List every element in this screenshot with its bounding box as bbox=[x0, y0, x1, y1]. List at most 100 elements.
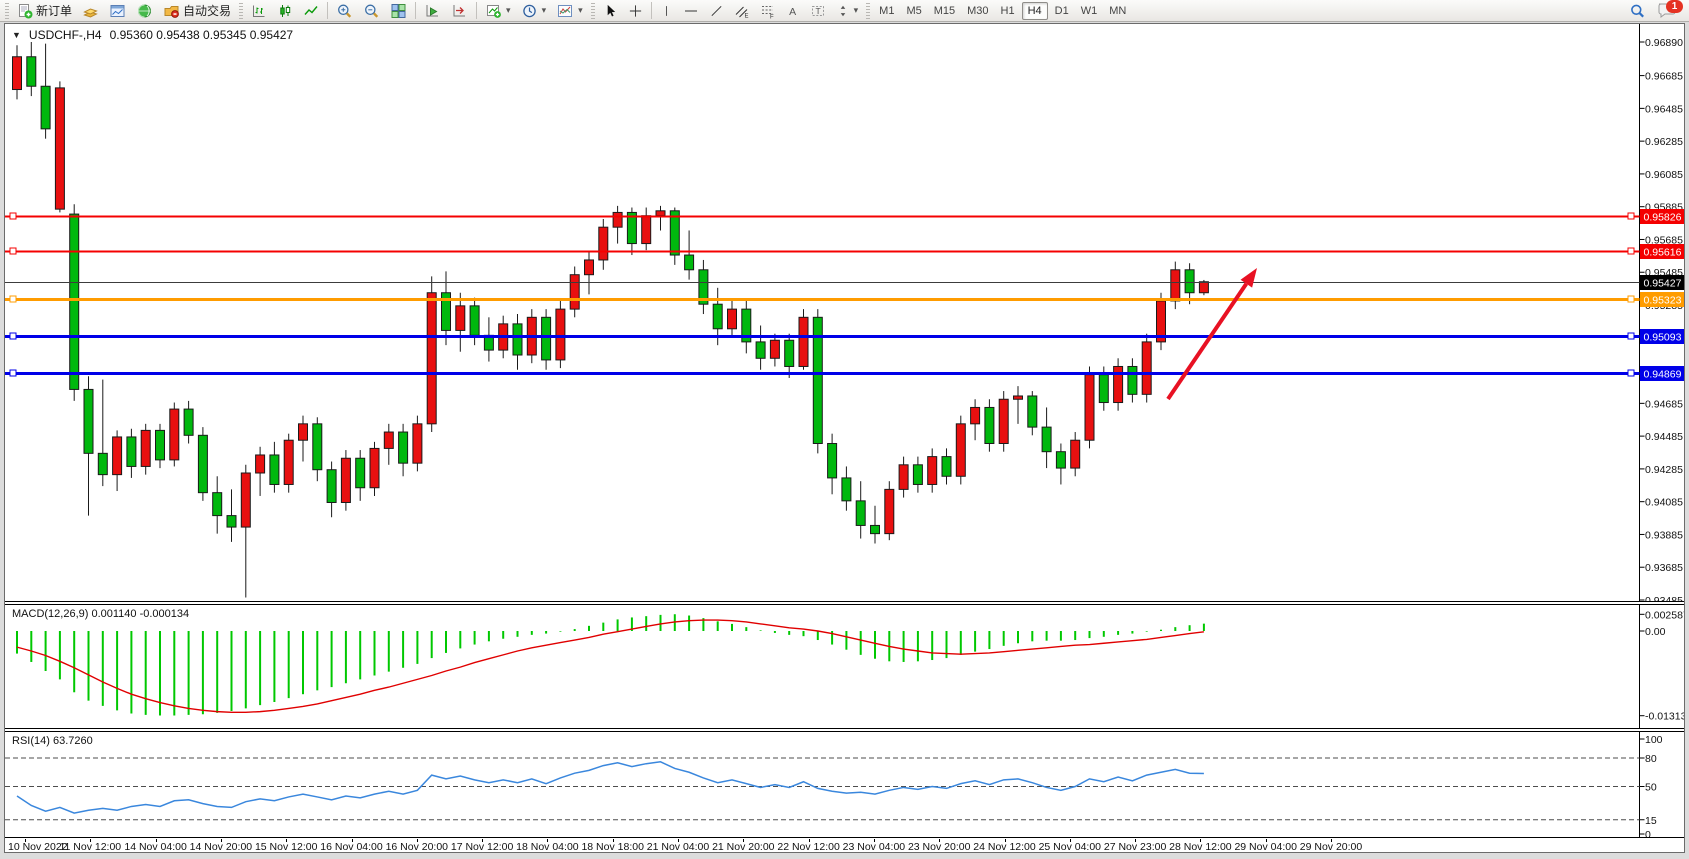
candles bbox=[13, 42, 1209, 598]
text-tool-button[interactable]: A bbox=[781, 0, 805, 22]
auto-scroll-button[interactable] bbox=[419, 0, 446, 22]
svg-text:E: E bbox=[744, 13, 748, 19]
timeframe-w1-button[interactable]: W1 bbox=[1076, 3, 1103, 19]
candle-down bbox=[270, 455, 279, 484]
cursor-tool-button[interactable] bbox=[598, 0, 623, 22]
rsi-canvas[interactable]: 1008050150 bbox=[5, 732, 1684, 837]
text-label-icon: T bbox=[810, 3, 826, 19]
candle-up bbox=[1142, 342, 1151, 394]
candlestick-icon bbox=[277, 3, 293, 19]
profiles-icon bbox=[82, 3, 99, 19]
candle-down bbox=[942, 457, 951, 477]
timeframe-d1-button[interactable]: D1 bbox=[1050, 3, 1074, 19]
auto-trading-button[interactable]: 自动交易 bbox=[158, 0, 236, 22]
candle-up bbox=[384, 432, 393, 448]
candle-down bbox=[127, 437, 136, 466]
price-pane[interactable]: ▼ USDCHF-,H4 0.95360 0.95438 0.95345 0.9… bbox=[5, 24, 1684, 602]
candle-up bbox=[170, 409, 179, 460]
timeframe-h1-button[interactable]: H1 bbox=[996, 3, 1020, 19]
chart-ohlc-values: 0.95360 0.95438 0.95345 0.95427 bbox=[110, 28, 294, 42]
vertical-line-tool-button[interactable] bbox=[655, 0, 678, 22]
price-label-text: 0.95323 bbox=[1644, 295, 1682, 307]
text-label-tool-button[interactable]: T bbox=[805, 0, 831, 22]
zoom-in-button[interactable] bbox=[331, 0, 358, 22]
macd-pane[interactable]: MACD(12,26,9) 0.001140 -0.000134 0.00258… bbox=[5, 604, 1684, 729]
trendline-tool-button[interactable] bbox=[704, 0, 729, 22]
timeframe-m30-button[interactable]: M30 bbox=[962, 3, 993, 19]
timeframe-h4-button[interactable]: H4 bbox=[1022, 2, 1048, 20]
candle-up bbox=[113, 437, 122, 475]
new-chart-button[interactable] bbox=[104, 0, 131, 22]
time-axis-label: 15 Nov 12:00 bbox=[255, 841, 317, 853]
time-axis[interactable]: 10 Nov 202211 Nov 12:0014 Nov 04:0014 No… bbox=[5, 839, 1684, 852]
candle-down bbox=[227, 516, 236, 527]
price-chart-canvas[interactable]: 0.968900.966850.964850.962850.960850.958… bbox=[5, 24, 1684, 601]
macd-tick-label: -0.013133 bbox=[1645, 711, 1684, 723]
candle-down bbox=[542, 317, 551, 360]
channel-tool-button[interactable]: E bbox=[729, 0, 755, 22]
profiles-button[interactable] bbox=[77, 0, 104, 22]
price-tick-label: 0.94685 bbox=[1645, 398, 1683, 410]
time-axis-label: 14 Nov 20:00 bbox=[190, 841, 252, 853]
timeframe-m15-button[interactable]: M15 bbox=[929, 3, 960, 19]
line-handle bbox=[1628, 296, 1634, 302]
time-axis-label: 17 Nov 12:00 bbox=[451, 841, 513, 853]
collapse-triangle-icon[interactable]: ▼ bbox=[12, 30, 21, 40]
toolbar-drag-handle bbox=[239, 3, 243, 19]
candle-down bbox=[756, 342, 765, 358]
crosshair-icon bbox=[628, 3, 643, 19]
zoom-out-button[interactable] bbox=[358, 0, 385, 22]
fibonacci-tool-button[interactable]: F bbox=[755, 0, 781, 22]
time-axis-label: 11 Nov 12:00 bbox=[59, 841, 121, 853]
connection-button[interactable] bbox=[131, 0, 158, 22]
periods-button[interactable]: ▾ bbox=[516, 0, 552, 22]
tile-windows-button[interactable] bbox=[385, 0, 412, 22]
crosshair-tool-button[interactable] bbox=[623, 0, 648, 22]
timeframe-m1-button[interactable]: M1 bbox=[874, 3, 899, 19]
toolbar-drag-handle bbox=[5, 3, 9, 19]
arrows-tool-button[interactable]: ▾ bbox=[831, 0, 864, 22]
new-order-button[interactable]: 新订单 bbox=[12, 0, 77, 22]
candle-up bbox=[13, 57, 22, 90]
chevron-down-icon: ▾ bbox=[578, 5, 583, 16]
text-icon: A bbox=[786, 3, 800, 19]
line-chart-icon bbox=[303, 3, 319, 19]
timeframe-mn-button[interactable]: MN bbox=[1104, 3, 1131, 19]
line-chart-mode-button[interactable] bbox=[298, 0, 324, 22]
candle-up bbox=[770, 340, 779, 358]
time-axis-label: 22 Nov 12:00 bbox=[777, 841, 839, 853]
bar-chart-icon bbox=[251, 3, 267, 19]
candle-down bbox=[1056, 452, 1065, 468]
price-tick-label: 0.96085 bbox=[1645, 169, 1683, 181]
macd-canvas[interactable]: 0.0025870.00-0.013133 bbox=[5, 605, 1684, 728]
candle-down bbox=[828, 443, 837, 477]
timeframe-m5-button[interactable]: M5 bbox=[901, 3, 926, 19]
candle-up bbox=[728, 309, 737, 329]
search-button[interactable] bbox=[1624, 0, 1651, 22]
time-axis-label: 14 Nov 04:00 bbox=[124, 841, 186, 853]
chart-shift-button[interactable] bbox=[446, 0, 473, 22]
candle-up bbox=[999, 399, 1008, 443]
indicators-button[interactable]: ▾ bbox=[480, 0, 516, 22]
line-handle bbox=[1628, 248, 1634, 254]
candle-up bbox=[1199, 282, 1208, 293]
templates-button[interactable]: ▾ bbox=[551, 0, 588, 22]
community-chat-button[interactable]: 1 bbox=[1657, 2, 1681, 20]
candle-down bbox=[1185, 270, 1194, 293]
candle-up bbox=[256, 455, 265, 473]
rsi-pane[interactable]: RSI(14) 63.7260 1008050150 bbox=[5, 731, 1684, 838]
new-order-label: 新订单 bbox=[36, 2, 72, 19]
indicators-icon bbox=[485, 3, 502, 19]
candle-up bbox=[370, 448, 379, 487]
candle-up bbox=[299, 424, 308, 440]
price-tick-label: 0.93685 bbox=[1645, 562, 1683, 574]
line-handle bbox=[10, 333, 16, 339]
bar-chart-mode-button[interactable] bbox=[246, 0, 272, 22]
candle-up bbox=[413, 424, 422, 463]
main-toolbar: 新订单 自动交易 ▾ ▾ ▾ E F A T bbox=[0, 0, 1689, 22]
horizontal-line-tool-button[interactable] bbox=[678, 0, 704, 22]
candle-down bbox=[856, 501, 865, 526]
chevron-down-icon: ▾ bbox=[854, 5, 859, 16]
candlestick-mode-button[interactable] bbox=[272, 0, 298, 22]
candle-down bbox=[70, 214, 79, 389]
